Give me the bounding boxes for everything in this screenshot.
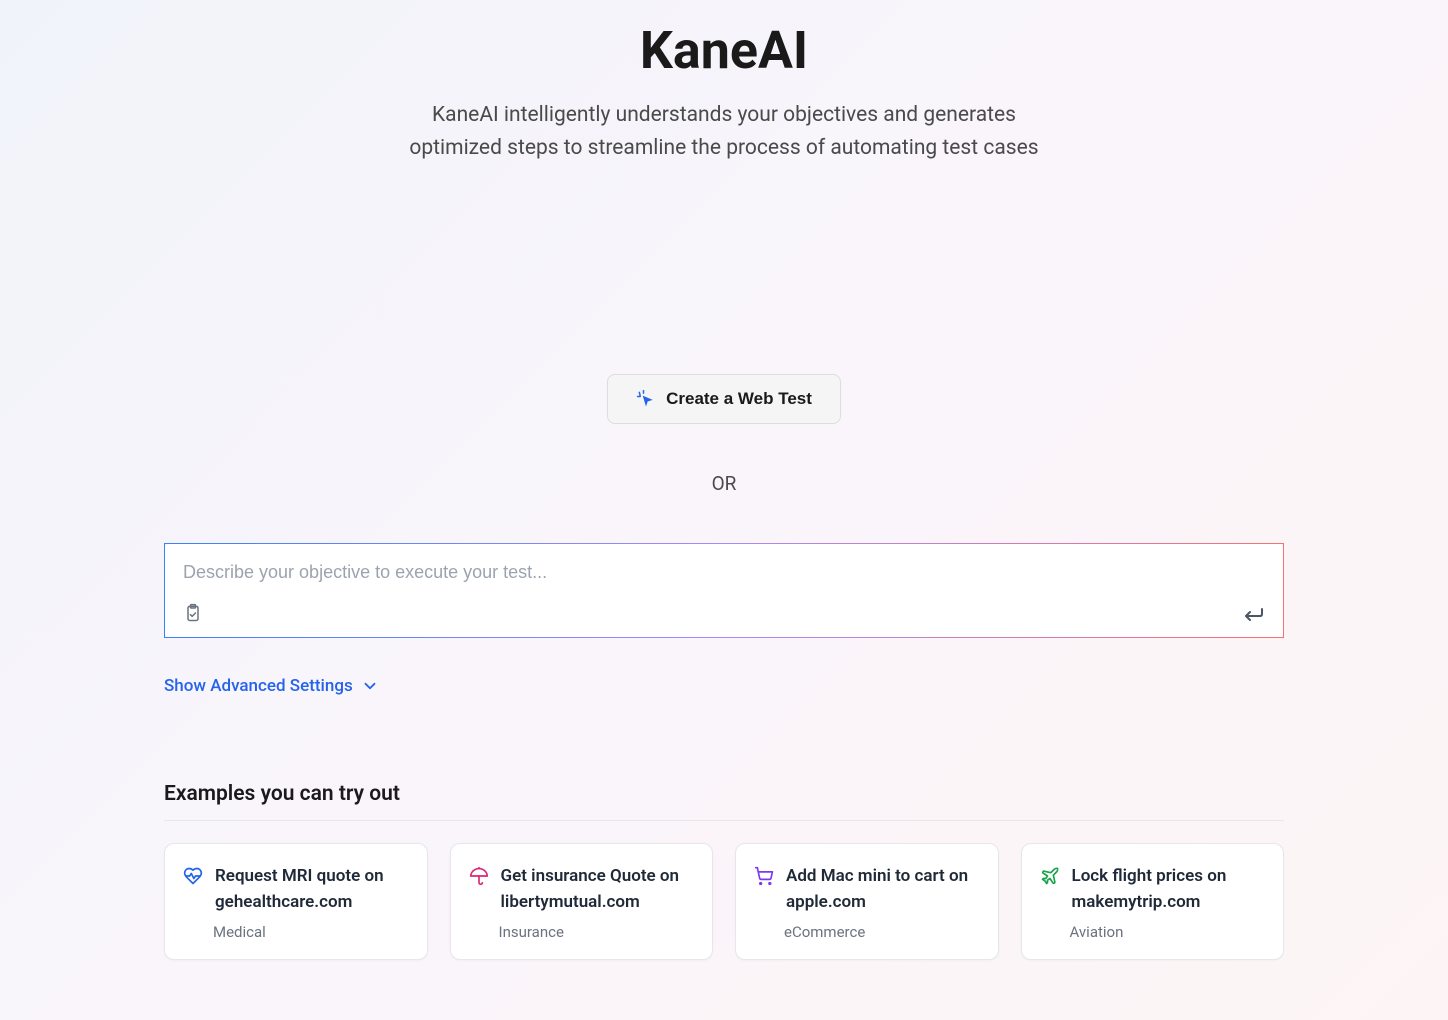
create-web-test-button[interactable]: Create a Web Test (607, 374, 841, 424)
umbrella-icon (469, 866, 489, 890)
create-web-test-label: Create a Web Test (666, 389, 812, 409)
page-title: KaneAI (164, 20, 1284, 81)
example-category: Insurance (499, 923, 695, 941)
example-card-insurance[interactable]: Get insurance Quote on libertymutual.com… (450, 843, 714, 960)
example-text: Add Mac mini to cart on apple.com (786, 864, 980, 915)
or-divider: OR (164, 472, 1284, 495)
objective-input[interactable] (183, 562, 1265, 583)
example-category: Medical (213, 923, 409, 941)
example-text: Request MRI quote on gehealthcare.com (215, 864, 409, 915)
objective-box (164, 543, 1284, 638)
example-category: Aviation (1070, 923, 1266, 941)
submit-icon[interactable] (1241, 603, 1265, 623)
advanced-settings-toggle[interactable]: Show Advanced Settings (164, 676, 379, 696)
chevron-down-icon (361, 677, 379, 695)
example-card-aviation[interactable]: Lock flight prices on makemytrip.com Avi… (1021, 843, 1285, 960)
page-subtitle: KaneAI intelligently understands your ob… (384, 99, 1064, 164)
example-category: eCommerce (784, 923, 980, 941)
example-card-ecommerce[interactable]: Add Mac mini to cart on apple.com eComme… (735, 843, 999, 960)
examples-title: Examples you can try out (164, 782, 1284, 821)
example-text: Get insurance Quote on libertymutual.com (501, 864, 695, 915)
clipboard-icon[interactable] (183, 603, 203, 623)
plane-icon (1040, 866, 1060, 890)
examples-grid: Request MRI quote on gehealthcare.com Me… (164, 843, 1284, 960)
cart-icon (754, 866, 774, 890)
advanced-settings-label: Show Advanced Settings (164, 676, 353, 696)
cursor-click-icon (636, 389, 656, 409)
example-text: Lock flight prices on makemytrip.com (1072, 864, 1266, 915)
heart-icon (183, 866, 203, 890)
example-card-medical[interactable]: Request MRI quote on gehealthcare.com Me… (164, 843, 428, 960)
